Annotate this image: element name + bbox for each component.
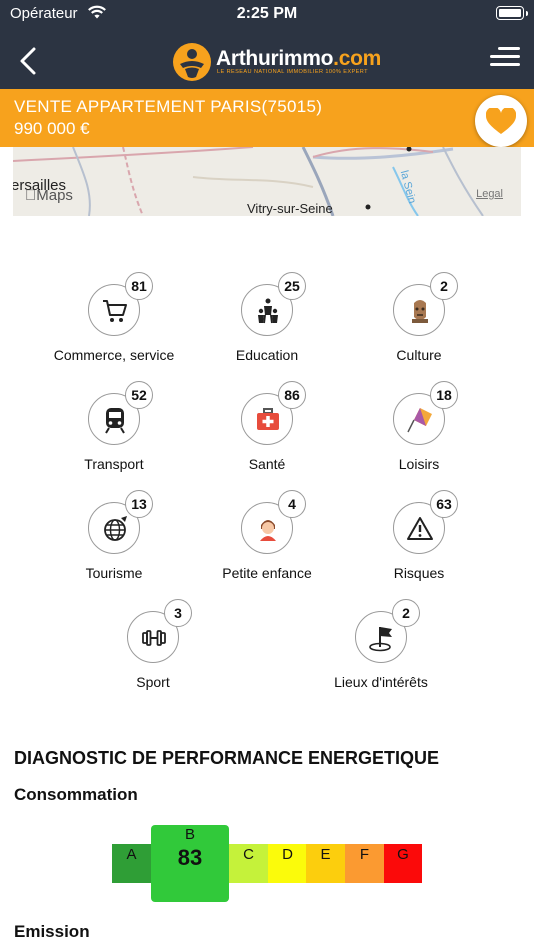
menu-line bbox=[490, 55, 520, 58]
poi-risques[interactable]: 63 Risques bbox=[334, 490, 504, 602]
menu-line bbox=[498, 47, 520, 50]
poi-lieux-interets[interactable]: 2 Lieux d'intérêts bbox=[296, 599, 466, 711]
warning-icon bbox=[407, 517, 433, 540]
chevron-left-icon bbox=[20, 47, 36, 75]
map-attribution-text: Maps bbox=[25, 187, 73, 204]
map-attribution: Maps bbox=[25, 187, 73, 204]
poi-petite-enfance[interactable]: 4 Petite enfance bbox=[182, 490, 352, 602]
back-button[interactable] bbox=[14, 45, 46, 77]
favorite-button[interactable] bbox=[475, 95, 527, 147]
listing-title: VENTE APPARTEMENT PARIS(75015) bbox=[14, 97, 323, 116]
flag-icon bbox=[369, 627, 392, 652]
poi-count-badge: 3 bbox=[164, 599, 192, 627]
brand-domain-text: .com bbox=[333, 47, 381, 70]
poi-commerce[interactable]: 81 Commerce, service bbox=[29, 272, 199, 384]
menu-line bbox=[490, 63, 520, 66]
poi-count-badge: 4 bbox=[278, 490, 306, 518]
battery-icon bbox=[496, 6, 528, 20]
listing-price: 990 000 € bbox=[14, 119, 90, 138]
brand-tagline: LE RESEAU NATIONAL IMMOBILIER 100% EXPER… bbox=[217, 69, 368, 75]
poi-count-badge: 18 bbox=[430, 381, 458, 409]
medical-kit-icon bbox=[257, 408, 279, 430]
poi-label: Loisirs bbox=[398, 456, 440, 472]
energy-current-rating: B 83 bbox=[151, 825, 229, 902]
poi-label: Commerce, service bbox=[53, 347, 175, 363]
poi-label: Petite enfance bbox=[222, 565, 312, 581]
poi-transport[interactable]: 52 Transport bbox=[29, 381, 199, 493]
poi-education[interactable]: 25 Education bbox=[182, 272, 352, 384]
globe-icon bbox=[104, 516, 127, 541]
listing-summary: VENTE APPARTEMENT PARIS(75015) 990 000 € bbox=[0, 89, 534, 147]
energy-current-value: 83 bbox=[177, 845, 203, 870]
poi-label: Transport bbox=[84, 456, 144, 472]
map-legal-link[interactable]: Legal bbox=[476, 188, 503, 200]
heart-icon bbox=[486, 108, 516, 134]
poi-tourisme[interactable]: 13 Tourisme bbox=[29, 490, 199, 602]
logo-mark-icon bbox=[173, 43, 211, 81]
train-icon bbox=[105, 408, 125, 434]
poi-label: Education bbox=[235, 347, 299, 363]
consumption-title: Consommation bbox=[14, 785, 138, 804]
poi-label: Lieux d'intérêts bbox=[334, 674, 428, 690]
statue-icon bbox=[412, 300, 428, 323]
energy-class-c: C bbox=[229, 844, 268, 883]
brand-logo: Arthurimmo.com LE RESEAU NATIONAL IMMOBI… bbox=[172, 42, 381, 82]
poi-sante[interactable]: 86 Santé bbox=[182, 381, 352, 493]
poi-count-badge: 13 bbox=[125, 490, 153, 518]
poi-label: Tourisme bbox=[85, 565, 143, 581]
poi-label: Culture bbox=[396, 347, 442, 363]
poi-label: Santé bbox=[248, 456, 286, 472]
poi-count-badge: 63 bbox=[430, 490, 458, 518]
app-header: Opérateur 2:25 PM Arthurimmo.com LE RESE… bbox=[0, 0, 534, 89]
poi-count-badge: 2 bbox=[392, 599, 420, 627]
poi-count-badge: 81 bbox=[125, 272, 153, 300]
poi-loisirs[interactable]: 18 Loisirs bbox=[334, 381, 504, 493]
poi-label: Sport bbox=[136, 674, 170, 690]
poi-count-badge: 25 bbox=[278, 272, 306, 300]
dumbbell-icon bbox=[142, 630, 166, 646]
poi-culture[interactable]: 2 Culture bbox=[334, 272, 504, 384]
clock: 2:25 PM bbox=[236, 5, 298, 22]
location-map[interactable]: ersailles Maps Vitry-sur-Seine la Sein … bbox=[13, 147, 521, 216]
poi-count-badge: 86 bbox=[278, 381, 306, 409]
brand-name: Arthurimmo.com bbox=[216, 47, 381, 71]
cart-icon bbox=[103, 300, 127, 322]
poi-count-badge: 2 bbox=[430, 272, 458, 300]
energy-class-f: F bbox=[345, 844, 384, 883]
energy-current-class: B bbox=[184, 826, 195, 843]
energy-class-a: A bbox=[112, 844, 151, 883]
menu-button[interactable] bbox=[490, 47, 522, 75]
status-bar: Opérateur 2:25 PM bbox=[0, 0, 534, 30]
brand-main-text: Arthurimmo bbox=[216, 47, 334, 70]
poi-label: Risques bbox=[393, 565, 445, 581]
energy-class-g: G bbox=[384, 844, 422, 883]
energy-class-d: D bbox=[268, 844, 307, 883]
map-place-label: Vitry-sur-Seine bbox=[247, 201, 333, 216]
poi-sport[interactable]: 3 Sport bbox=[68, 599, 238, 711]
poi-count-badge: 52 bbox=[125, 381, 153, 409]
family-icon bbox=[258, 298, 278, 324]
kite-icon bbox=[407, 408, 432, 433]
dpe-title: DIAGNOSTIC DE PERFORMANCE ENERGETIQUE bbox=[14, 748, 440, 768]
emission-title: Emission bbox=[14, 922, 90, 941]
child-icon bbox=[260, 520, 276, 541]
energy-class-e: E bbox=[306, 844, 345, 883]
